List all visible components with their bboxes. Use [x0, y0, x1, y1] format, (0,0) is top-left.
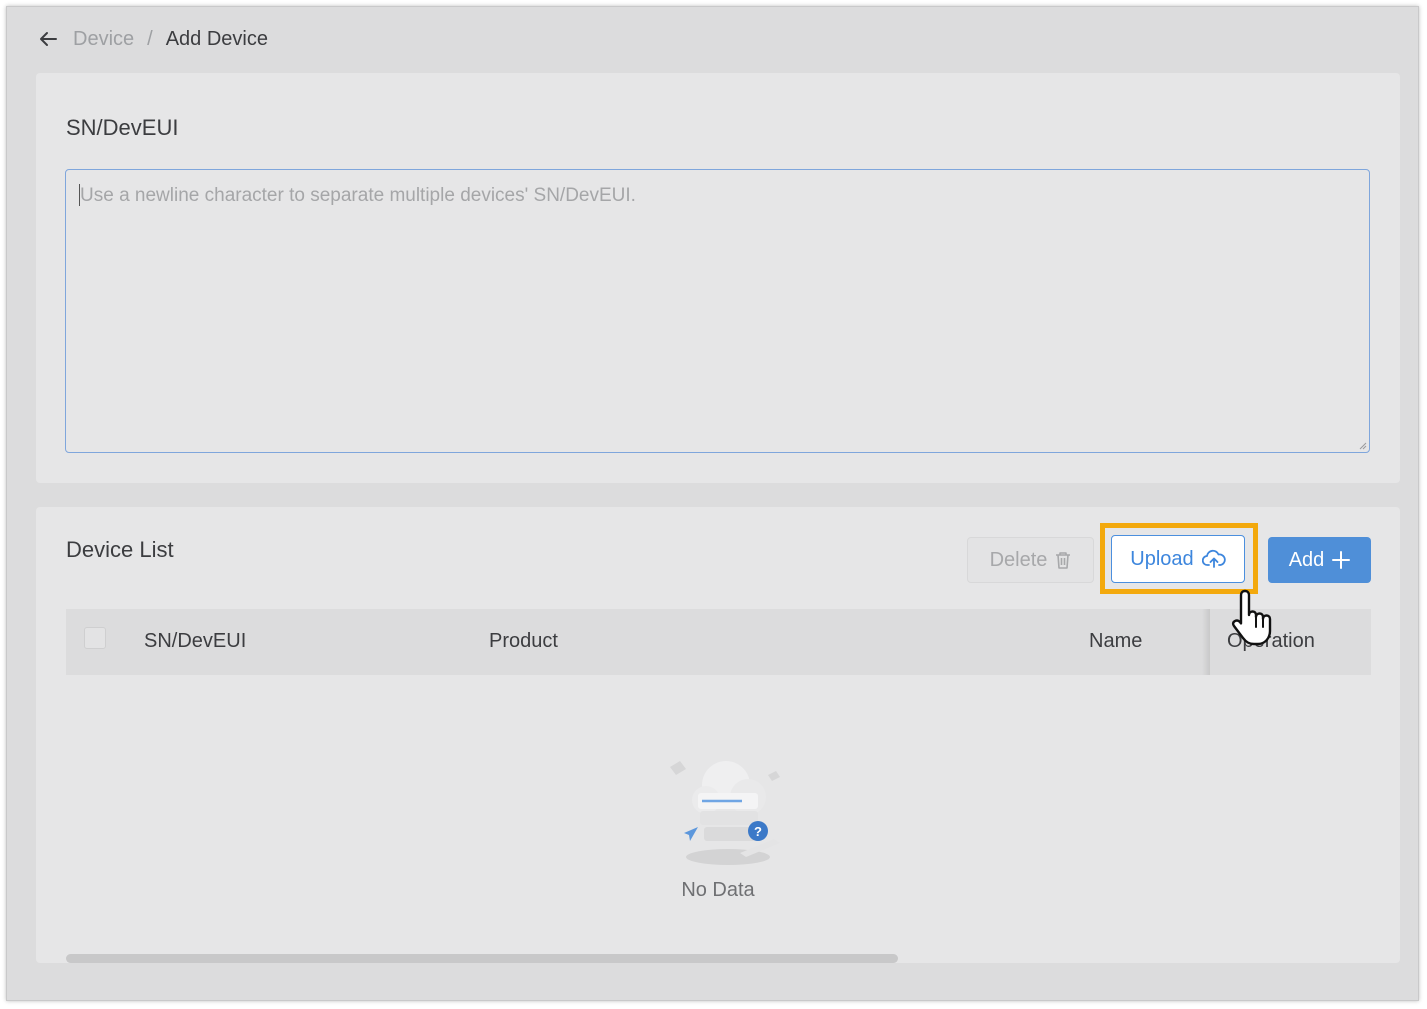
breadcrumb-device-link[interactable]: Device: [73, 28, 134, 51]
select-all-checkbox[interactable]: [84, 627, 106, 649]
page-frame: Device / Add Device SN/DevEUI Use a newl…: [6, 6, 1419, 1001]
horizontal-scrollbar[interactable]: [66, 954, 898, 963]
sn-devEUI-textarea[interactable]: Use a newline character to separate mult…: [65, 169, 1370, 453]
breadcrumb: Device / Add Device: [39, 27, 268, 51]
hand-pointer-icon: [1231, 589, 1272, 646]
add-button[interactable]: Add: [1268, 537, 1371, 583]
column-header-sn: SN/DevEUI: [144, 630, 247, 652]
table-header: SN/DevEUI Product Name Operation: [66, 609, 1371, 675]
fixed-column-shadow: [1202, 609, 1210, 675]
breadcrumb-current: Add Device: [165, 27, 268, 50]
resize-grip-icon[interactable]: [1359, 442, 1367, 450]
textarea-placeholder: Use a newline character to separate mult…: [80, 185, 636, 206]
upload-highlight-box: [1100, 523, 1258, 594]
no-data-illustration: ?: [670, 761, 780, 865]
svg-text:?: ?: [754, 824, 762, 839]
plus-icon: [1332, 551, 1351, 569]
no-data-text: No Data: [681, 879, 755, 901]
breadcrumb-separator: /: [147, 27, 153, 50]
column-header-product: Product: [489, 630, 558, 652]
device-list-title: Device List: [66, 537, 174, 562]
device-list-card: Device List Delete Upload Add SN/DevEUI …: [36, 507, 1400, 963]
trash-icon: [1056, 552, 1071, 569]
add-button-label: Add: [1288, 548, 1325, 571]
delete-button[interactable]: Delete: [967, 537, 1094, 583]
column-header-name: Name: [1089, 630, 1143, 652]
sn-section-title: SN/DevEUI: [66, 115, 179, 140]
back-arrow-icon[interactable]: [39, 29, 59, 49]
sn-input-card: SN/DevEUI Use a newline character to sep…: [36, 73, 1400, 483]
delete-button-label: Delete: [989, 548, 1048, 571]
